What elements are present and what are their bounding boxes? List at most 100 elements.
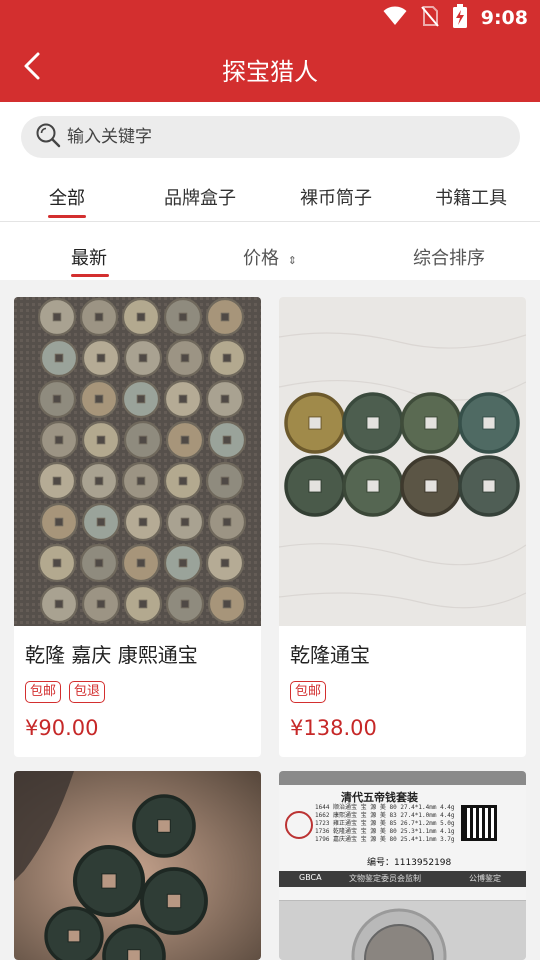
coin (207, 420, 247, 460)
cert-line: 1796 嘉庆通宝 宝 源 美 80 25.4*1.1mm 3.7g (315, 836, 455, 843)
coin-holder (279, 901, 526, 960)
search-area (0, 102, 540, 170)
tag-free-shipping: 包邮 (25, 681, 62, 703)
sort-overall[interactable]: 综合排序 (413, 244, 485, 270)
status-time: 9:08 (480, 7, 528, 29)
tab-brand-box[interactable]: 品牌盒子 (164, 184, 236, 210)
coin (37, 461, 77, 501)
coin (39, 420, 79, 460)
coin (123, 584, 163, 624)
active-sort-indicator (71, 274, 109, 277)
coin (205, 379, 245, 419)
sort-price-label: 价格 (243, 248, 279, 269)
certificate-label: 清代五帝钱套装 1644 顺治通宝 宝 源 美 80 27.4*1.4mm 4.… (279, 771, 526, 901)
wifi-icon (383, 6, 407, 30)
active-tab-indicator (48, 215, 86, 218)
certificate-footer2: 公博鉴定 (469, 874, 501, 883)
coin (207, 338, 247, 378)
coin (121, 543, 161, 583)
no-sim-icon (420, 5, 439, 31)
coin (342, 392, 404, 454)
coin (81, 338, 121, 378)
coin (458, 392, 520, 454)
tab-loose-coin-tube[interactable]: 裸币筒子 (300, 184, 372, 210)
coin (39, 338, 79, 378)
product-card[interactable]: 乾隆通宝 包邮 ¥138.00 (279, 297, 526, 757)
coin (39, 584, 79, 624)
coin (163, 379, 203, 419)
coin (79, 543, 119, 583)
coin (132, 794, 196, 858)
coin (121, 297, 161, 337)
product-tags: 包邮 (290, 681, 327, 703)
app-header: 9:08 探宝猎人 (0, 0, 540, 102)
coin (165, 338, 205, 378)
coin (79, 461, 119, 501)
certificate-details: 1644 顺治通宝 宝 源 美 80 27.4*1.4mm 4.4g 1662 … (315, 804, 455, 844)
product-price: ¥90.00 (25, 716, 99, 740)
product-image (279, 297, 526, 626)
certificate-title: 清代五帝钱套装 (341, 791, 418, 804)
coin (81, 502, 121, 542)
category-tabs: 全部 品牌盒子 裸币筒子 书籍工具 (0, 170, 540, 222)
coin (165, 502, 205, 542)
seal-logo (285, 811, 313, 839)
coin (400, 392, 462, 454)
coin (123, 502, 163, 542)
product-tags: 包邮 包退 (25, 681, 106, 703)
coin (81, 420, 121, 460)
coin (207, 502, 247, 542)
coin (163, 297, 203, 337)
tab-all[interactable]: 全部 (49, 184, 85, 210)
coin (37, 297, 77, 337)
coin (163, 543, 203, 583)
battery-charging-icon (452, 4, 467, 32)
coin (207, 584, 247, 624)
certificate-footer: 文物鉴定委员会监制 (349, 874, 421, 883)
tab-books-tools[interactable]: 书籍工具 (435, 184, 507, 210)
cert-line: 1644 顺治通宝 宝 源 美 80 27.4*1.4mm 4.4g (315, 804, 455, 811)
sort-price[interactable]: 价格 ⇕ (243, 244, 297, 270)
coin (121, 461, 161, 501)
sort-arrows-icon: ⇕ (287, 254, 297, 267)
coin (458, 455, 520, 517)
coin (72, 844, 146, 918)
coin (140, 867, 208, 935)
coin (123, 338, 163, 378)
qr-code-icon (461, 805, 497, 841)
product-card[interactable]: 清代五帝钱套装 1644 顺治通宝 宝 源 美 80 27.4*1.4mm 4.… (279, 771, 526, 960)
search-input[interactable] (67, 127, 467, 147)
coin (44, 906, 104, 960)
cert-line: 1723 雍正通宝 宝 源 美 85 26.7*1.2mm 5.0g (315, 820, 455, 827)
sort-bar: 最新 价格 ⇕ 综合排序 (0, 222, 540, 280)
cert-line: 1662 康熙通宝 宝 源 美 83 27.4*1.0mm 4.4g (315, 812, 455, 819)
coin (39, 502, 79, 542)
search-box[interactable] (21, 116, 520, 158)
product-name: 乾隆 嘉庆 康熙通宝 (25, 643, 198, 667)
coin (163, 461, 203, 501)
coin (79, 379, 119, 419)
product-image: 清代五帝钱套装 1644 顺治通宝 宝 源 美 80 27.4*1.4mm 4.… (279, 771, 526, 960)
tag-free-shipping: 包邮 (290, 681, 327, 703)
product-image (14, 771, 261, 960)
sort-latest[interactable]: 最新 (71, 244, 107, 270)
coin (400, 455, 462, 517)
coin (123, 420, 163, 460)
product-card[interactable]: 乾隆 嘉庆 康熙通宝 包邮 包退 ¥90.00 (14, 297, 261, 757)
coin (342, 455, 404, 517)
coin (121, 379, 161, 419)
coin (79, 297, 119, 337)
certificate-serial: 编号：1113952198 (367, 858, 452, 868)
search-icon (35, 122, 61, 152)
coin (165, 420, 205, 460)
product-card[interactable] (14, 771, 261, 960)
coin (81, 584, 121, 624)
coin (37, 379, 77, 419)
certificate-org: GBCA (299, 873, 322, 882)
coin (284, 455, 346, 517)
product-price: ¥138.00 (290, 716, 377, 740)
product-name: 乾隆通宝 (290, 643, 370, 667)
coin (165, 584, 205, 624)
tag-returnable: 包退 (69, 681, 106, 703)
nav-bar: 探宝猎人 (0, 36, 540, 102)
